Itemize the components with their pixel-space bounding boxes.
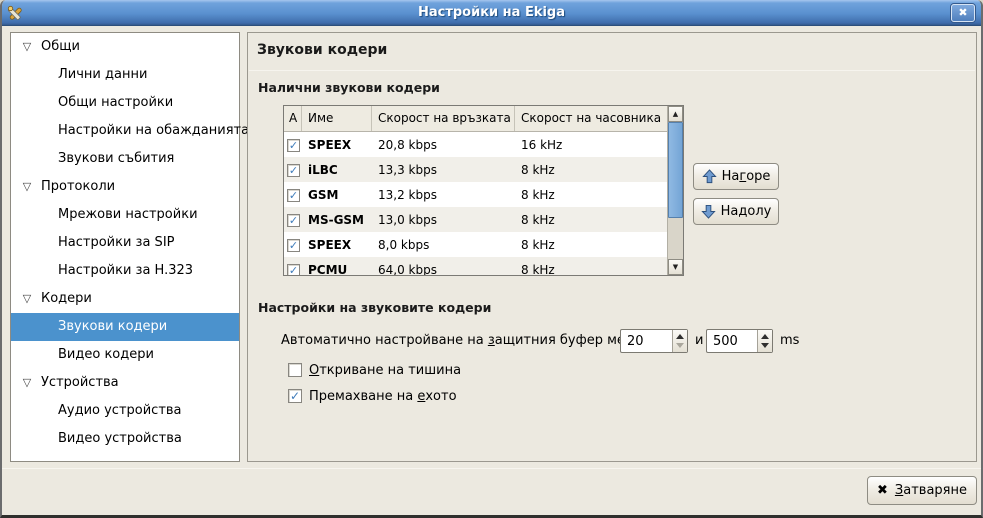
echo-cancellation-label: Премахване на ехото <box>309 389 457 404</box>
close-dialog-button[interactable]: ✖ Затваряне <box>867 476 977 505</box>
footer-separator <box>2 468 981 469</box>
expander-icon[interactable]: ▽ <box>19 173 35 201</box>
audio-codecs-panel: Звукови кодери Налични звукови кодери А … <box>247 32 977 462</box>
scrollbar-thumb[interactable] <box>668 122 683 218</box>
close-button-label: Затваряне <box>895 483 967 498</box>
sidebar-item-video-devices[interactable]: Видео устройства <box>11 425 239 453</box>
column-header-bandwidth[interactable]: Скорост на връзката <box>372 106 515 131</box>
codecs-settings-section-title: Настройки на звуковите кодери <box>258 300 491 315</box>
sidebar-item-devices[interactable]: ▽ Устройства <box>11 369 239 397</box>
move-up-label: Нагоре <box>722 169 771 184</box>
spinner-buttons[interactable] <box>672 330 687 352</box>
table-row[interactable]: ✓ PCMU 64,0 kbps 8 kHz <box>284 257 669 276</box>
move-up-button[interactable]: Нагоре <box>693 163 779 190</box>
expander-icon[interactable]: ▽ <box>19 369 35 397</box>
sidebar-item-sound-events[interactable]: Звукови събития <box>11 145 239 173</box>
silence-detection-checkbox-row[interactable]: Откриване на тишина <box>288 361 461 379</box>
table-row[interactable]: ✓ SPEEX 20,8 kbps 16 kHz <box>284 132 669 157</box>
codec-enabled-checkbox[interactable]: ✓ <box>287 164 300 177</box>
sidebar-item-personal-data[interactable]: Лични данни <box>11 61 239 89</box>
sidebar-item-general[interactable]: ▽ Общи <box>11 33 239 61</box>
table-row[interactable]: ✓ iLBC 13,3 kbps 8 kHz <box>284 157 669 182</box>
sidebar-item-audio-devices[interactable]: Аудио устройства <box>11 397 239 425</box>
sidebar-item-general-settings[interactable]: Общи настройки <box>11 89 239 117</box>
scroll-up-icon[interactable]: ▲ <box>668 106 683 122</box>
spin-down-icon[interactable] <box>761 343 769 348</box>
codecs-table[interactable]: А Име Скорост на връзката Скорост на час… <box>283 105 684 276</box>
expander-icon[interactable]: ▽ <box>19 33 35 61</box>
title-separator <box>249 70 975 71</box>
codec-enabled-checkbox[interactable]: ✓ <box>287 214 300 227</box>
jitter-min-value[interactable]: 20 <box>627 334 644 349</box>
close-window-button[interactable]: ✖ <box>951 4 975 22</box>
page-title: Звукови кодери <box>257 42 387 58</box>
sidebar-item-call-options[interactable]: Настройки на обажданията <box>11 117 239 145</box>
sidebar-item-video-codecs[interactable]: Видео кодери <box>11 341 239 369</box>
sidebar-item-h323-settings[interactable]: Настройки за H.323 <box>11 257 239 285</box>
spin-down-icon[interactable] <box>676 343 684 348</box>
dialog-content: ▽ Общи Лични данни Общи настройки Настро… <box>2 26 981 515</box>
move-down-button[interactable]: Надолу <box>693 198 779 225</box>
scroll-down-icon[interactable]: ▼ <box>668 259 683 275</box>
spin-up-icon[interactable] <box>676 334 684 339</box>
codec-enabled-checkbox[interactable]: ✓ <box>287 139 300 152</box>
table-row[interactable]: ✓ MS-GSM 13,0 kbps 8 kHz <box>284 207 669 232</box>
codec-enabled-checkbox[interactable]: ✓ <box>287 189 300 202</box>
table-row[interactable]: ✓ SPEEX 8,0 kbps 8 kHz <box>284 232 669 257</box>
codec-enabled-checkbox[interactable]: ✓ <box>287 239 300 252</box>
codec-enabled-checkbox[interactable]: ✓ <box>287 264 300 277</box>
table-scrollbar[interactable]: ▲ ▼ <box>667 106 683 275</box>
spin-up-icon[interactable] <box>761 334 769 339</box>
codecs-table-body: ✓ SPEEX 20,8 kbps 16 kHz ✓ iLBC 13,3 kbp… <box>284 132 669 276</box>
column-header-clockrate[interactable]: Скорост на часовника <box>515 106 669 131</box>
arrow-down-icon <box>701 204 716 219</box>
jitter-max-value[interactable]: 500 <box>713 334 738 349</box>
sidebar-item-sip-settings[interactable]: Настройки за SIP <box>11 229 239 257</box>
jitter-min-spinbutton[interactable]: 20 <box>620 329 688 353</box>
title-bar[interactable]: Настройки на Ekiga ✖ <box>0 0 983 26</box>
preferences-tree[interactable]: ▽ Общи Лични данни Общи настройки Настро… <box>10 32 240 462</box>
preferences-window: Настройки на Ekiga ✖ ▽ Общи Лични данни … <box>0 0 983 518</box>
column-header-name[interactable]: Име <box>302 106 372 131</box>
echo-cancellation-checkbox[interactable]: ✓ <box>288 389 302 403</box>
column-header-active[interactable]: А <box>284 106 302 131</box>
sidebar-item-network-settings[interactable]: Мрежови настройки <box>11 201 239 229</box>
sidebar-item-codecs[interactable]: ▽ Кодери <box>11 285 239 313</box>
silence-detection-label: Откриване на тишина <box>309 363 461 378</box>
unit-label: ms <box>780 333 799 348</box>
close-x-icon: ✖ <box>877 483 888 498</box>
available-codecs-section-title: Налични звукови кодери <box>258 80 440 95</box>
jitter-buffer-row: Автоматично настройване на защитния буфе… <box>248 329 978 353</box>
echo-cancellation-checkbox-row[interactable]: ✓ Премахване на ехото <box>288 387 457 405</box>
codecs-table-header: А Име Скорост на връзката Скорост на час… <box>284 106 683 132</box>
window-title: Настройки на Ekiga <box>0 5 983 20</box>
jitter-max-spinbutton[interactable]: 500 <box>706 329 773 353</box>
expander-icon[interactable]: ▽ <box>19 285 35 313</box>
table-row[interactable]: ✓ GSM 13,2 kbps 8 kHz <box>284 182 669 207</box>
jitter-buffer-label: Автоматично настройване на защитния буфе… <box>281 333 653 348</box>
between-label: и <box>695 333 703 348</box>
move-down-label: Надолу <box>721 204 772 219</box>
sidebar-item-audio-codecs[interactable]: Звукови кодери <box>11 313 239 341</box>
sidebar-item-protocols[interactable]: ▽ Протоколи <box>11 173 239 201</box>
spinner-buttons[interactable] <box>757 330 772 352</box>
arrow-up-icon <box>702 169 717 184</box>
silence-detection-checkbox[interactable] <box>288 363 302 377</box>
